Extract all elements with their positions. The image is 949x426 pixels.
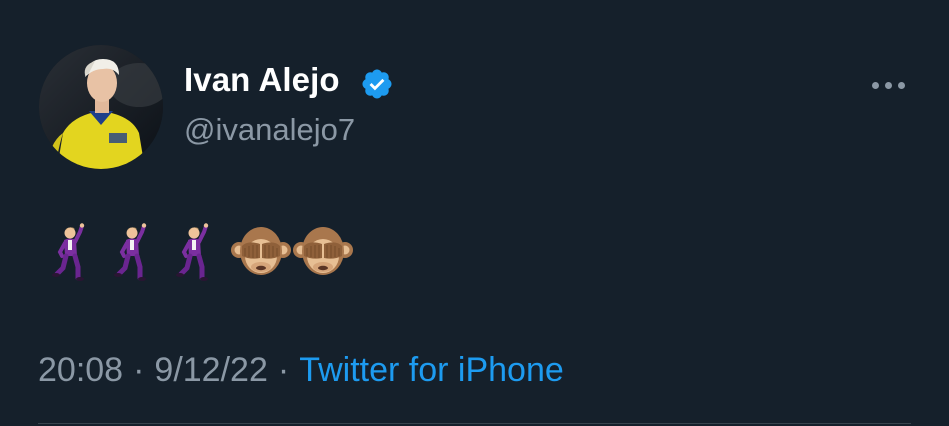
- tweet-card: Ivan Alejo @ivanalejo7 20:08 · 9/12/22 ·…: [0, 0, 949, 426]
- avatar[interactable]: [39, 45, 163, 169]
- meta-separator: ·: [133, 351, 145, 389]
- see-no-evil-monkey-emoji: [293, 227, 353, 275]
- divider: [38, 423, 911, 424]
- more-dot: [871, 81, 879, 89]
- author-display-name[interactable]: Ivan Alejo: [184, 63, 340, 96]
- meta-separator: ·: [277, 351, 290, 389]
- tweet-date[interactable]: 9/12/22: [154, 351, 267, 389]
- man-dancing-emoji: [114, 223, 147, 281]
- tweet-text: [44, 222, 354, 282]
- more-dot: [884, 81, 892, 89]
- author-handle[interactable]: @ivanalejo7: [184, 114, 355, 145]
- tweet-source-link[interactable]: Twitter for iPhone: [299, 351, 564, 389]
- verified-badge-icon: [362, 69, 392, 99]
- avatar-image: [39, 45, 163, 169]
- more-dot: [897, 81, 905, 89]
- see-no-evil-monkey-emoji: [231, 227, 291, 275]
- man-dancing-emoji: [176, 223, 209, 281]
- man-dancing-emoji: [52, 223, 85, 281]
- tweet-time[interactable]: 20:08: [38, 351, 123, 389]
- more-dots-icon[interactable]: [866, 70, 910, 100]
- tweet-metadata: 20:08 · 9/12/22 · Twitter for iPhone: [38, 353, 564, 387]
